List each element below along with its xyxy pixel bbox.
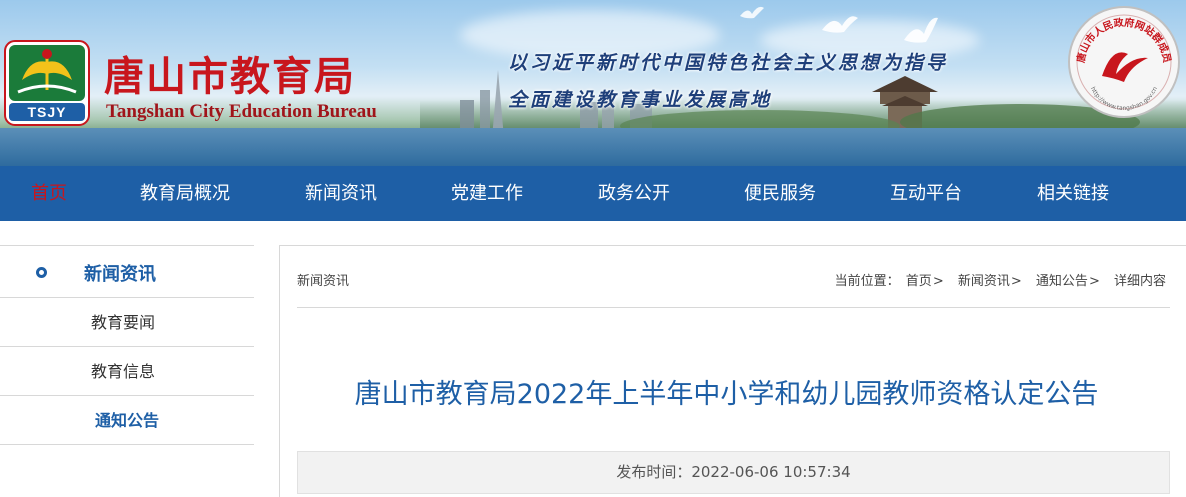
main-navigation: 首页 教育局概况 新闻资讯 党建工作 政务公开 便民服务 互动平台 相关链接 [0, 166, 1186, 221]
breadcrumb: 当前位置： 首页> 新闻资讯> 通知公告> 详细内容 [833, 270, 1166, 289]
logo-text: TSJY [27, 104, 67, 120]
bullet-icon [36, 267, 47, 278]
publish-info-bar: 发布时间：2022-06-06 10:57:34 [297, 451, 1170, 494]
breadcrumb-notices[interactable]: 通知公告 [1036, 274, 1088, 289]
nav-item-related-links[interactable]: 相关链接 [1022, 166, 1124, 221]
sidebar-heading-label: 新闻资讯 [84, 264, 156, 285]
breadcrumb-current: 详细内容 [1113, 274, 1166, 289]
nav-item-bureau-overview[interactable]: 教育局概况 [122, 166, 248, 221]
dove-icon [740, 6, 764, 19]
publish-time: 2022-06-06 10:57:34 [691, 463, 851, 481]
gov-website-seal-icon[interactable]: 唐山市人民政府网站群成员 http://www.tangshan.gov.cn [1066, 4, 1182, 120]
breadcrumb-prefix: 当前位置： [834, 274, 900, 289]
breadcrumb-home[interactable]: 首页 [906, 274, 932, 289]
dove-icon [822, 16, 858, 33]
dove-icon [904, 17, 938, 43]
sidebar: 新闻资讯 教育要闻 教育信息 通知公告 [0, 245, 254, 445]
nav-item-home[interactable]: 首页 [18, 166, 80, 221]
breadcrumb-separator: > [932, 274, 944, 289]
slogan-line-1: 以习近平新时代中国特色社会主义思想为指导 [508, 52, 949, 74]
site-title[interactable]: 唐山市教育局 [104, 44, 356, 102]
sidebar-item-education-news[interactable]: 教育要闻 [0, 298, 254, 347]
section-name: 新闻资讯 [297, 274, 350, 289]
site-title-english: Tangshan City Education Bureau [106, 101, 377, 122]
breadcrumb-news[interactable]: 新闻资讯 [958, 274, 1010, 289]
nav-item-government-affairs[interactable]: 政务公开 [583, 166, 685, 221]
nav-item-news[interactable]: 新闻资讯 [290, 166, 392, 221]
header-banner: TSJY 唐山市教育局 Tangshan City Education Bure… [0, 0, 1186, 166]
nav-item-interaction[interactable]: 互动平台 [875, 166, 977, 221]
sidebar-heading: 新闻资讯 [0, 245, 254, 298]
article-title: 唐山市教育局2022年上半年中小学和幼儿园教师资格认定公告 [354, 379, 1099, 410]
sidebar-item-notices[interactable]: 通知公告 [0, 396, 254, 445]
main-content: 新闻资讯 当前位置： 首页> 新闻资讯> 通知公告> 详细内容 唐山市教育局20… [279, 245, 1186, 497]
lake-water [0, 128, 1186, 166]
nav-item-public-services[interactable]: 便民服务 [729, 166, 831, 221]
sidebar-item-education-info[interactable]: 教育信息 [0, 347, 254, 396]
slogan-line-2: 全面建设教育事业发展高地 [508, 89, 773, 111]
breadcrumb-separator: > [1088, 274, 1100, 289]
breadcrumb-separator: > [1010, 274, 1022, 289]
nav-item-party-building[interactable]: 党建工作 [436, 166, 538, 221]
content-header: 新闻资讯 当前位置： 首页> 新闻资讯> 通知公告> 详细内容 [297, 246, 1170, 308]
publish-label: 发布时间： [616, 463, 692, 481]
